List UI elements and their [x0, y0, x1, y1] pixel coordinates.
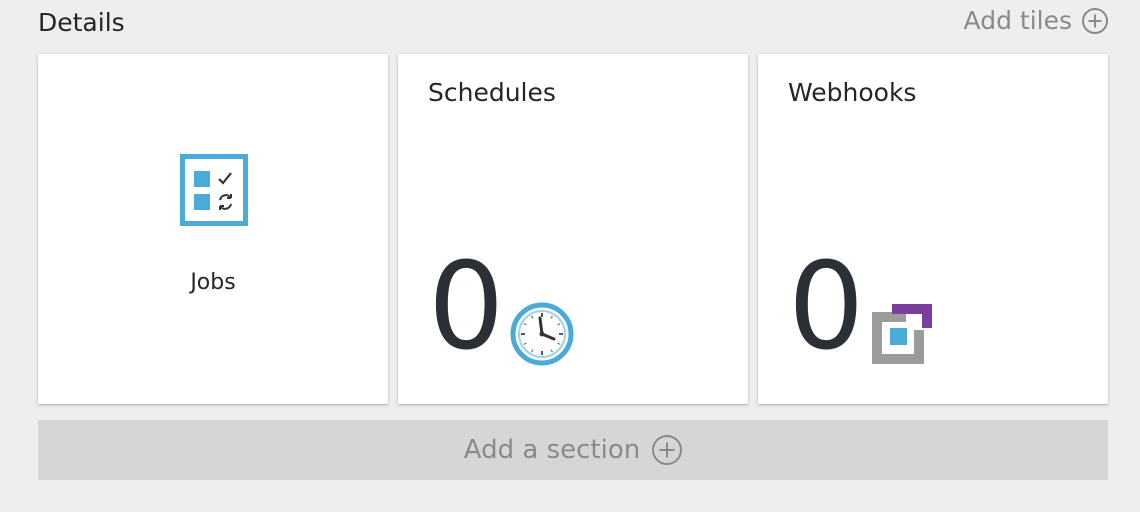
add-tiles-button[interactable]: Add tiles	[964, 6, 1108, 35]
schedules-count: 0	[428, 238, 505, 377]
section-title: Details	[38, 8, 125, 37]
jobs-tile[interactable]: Jobs	[38, 54, 388, 404]
add-circle-icon	[652, 435, 683, 465]
add-tiles-label: Add tiles	[963, 6, 1072, 35]
clock-icon	[510, 302, 574, 366]
add-circle-icon	[1082, 7, 1108, 34]
details-panel: Details Add tiles Jobs Schedules 0 Webho…	[0, 0, 1140, 512]
webhooks-title: Webhooks	[788, 78, 917, 107]
webhooks-count: 0	[788, 238, 865, 377]
jobs-label: Jobs	[190, 270, 236, 295]
jobs-icon	[180, 154, 248, 226]
schedules-title: Schedules	[428, 78, 556, 107]
add-section-button[interactable]: Add a section	[38, 420, 1108, 480]
add-section-label: Add a section	[463, 435, 641, 465]
schedules-tile[interactable]: Schedules 0	[398, 54, 748, 404]
webhook-icon	[872, 304, 932, 364]
webhooks-tile[interactable]: Webhooks 0	[758, 54, 1108, 404]
